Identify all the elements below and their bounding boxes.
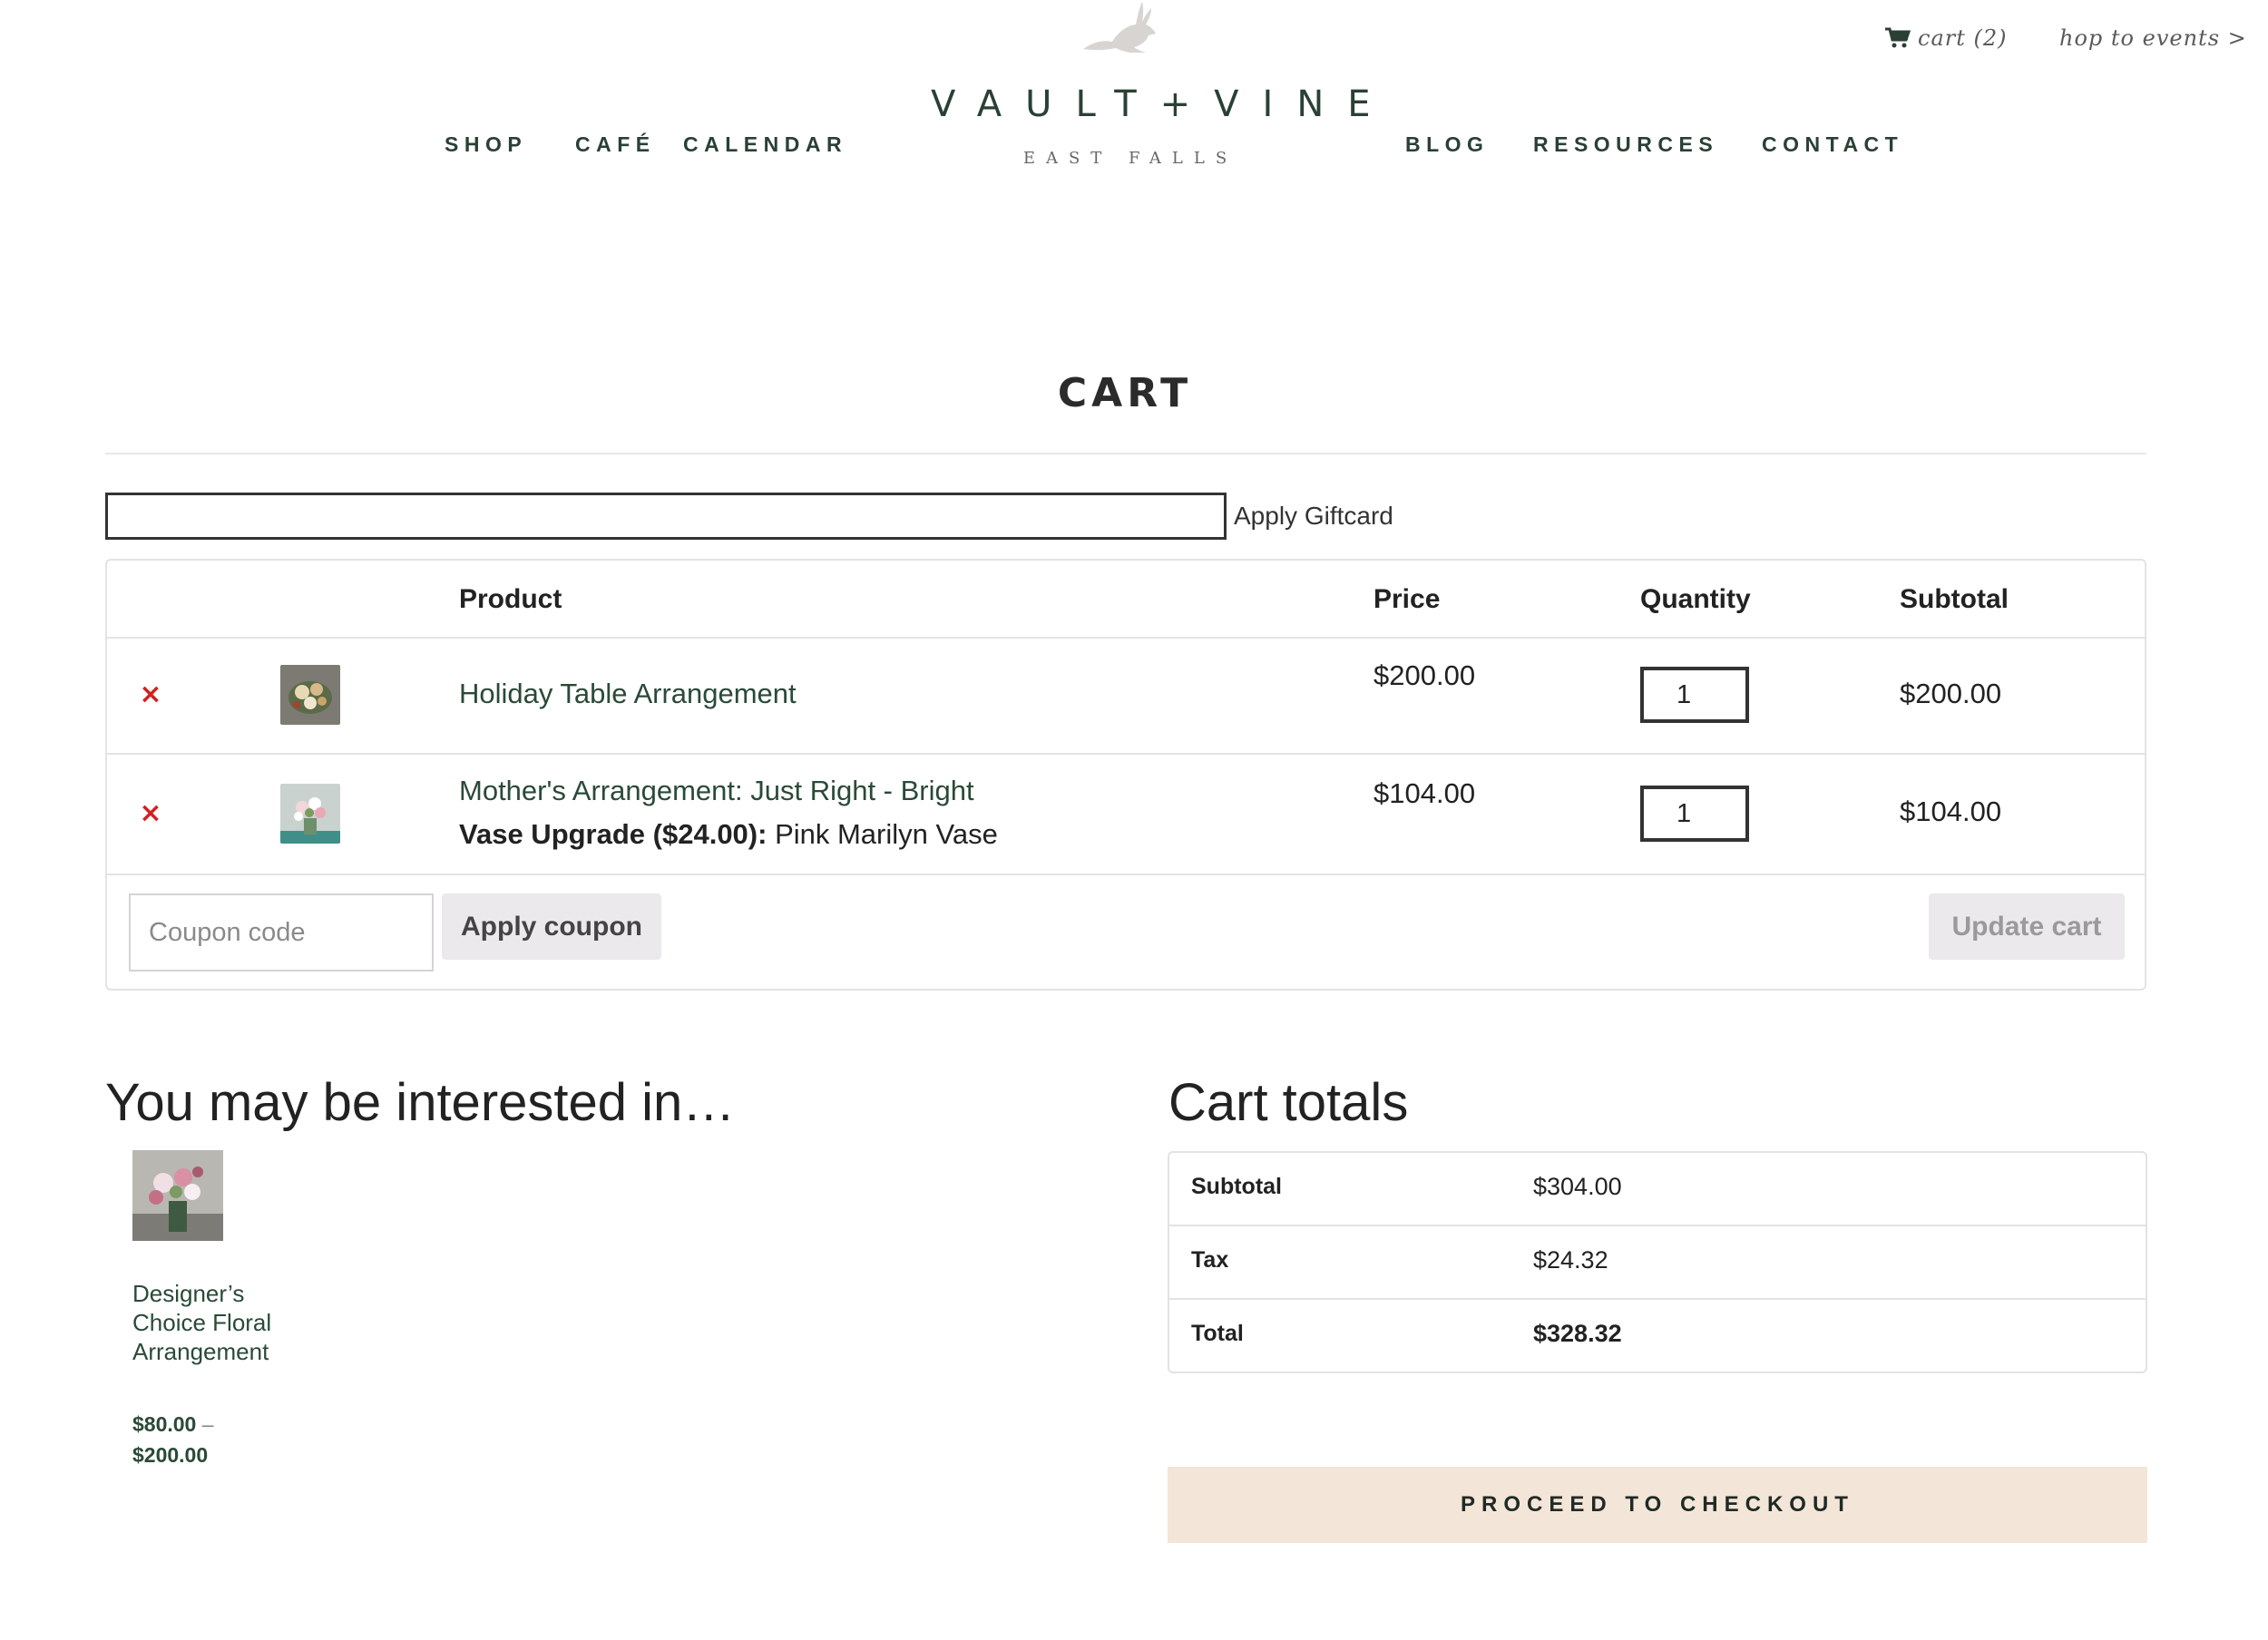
totals-value: $304.00 xyxy=(1533,1173,1622,1200)
update-cart-button[interactable]: Update cart xyxy=(1929,893,2125,960)
price-separator: – xyxy=(196,1412,214,1436)
coupon-code-input[interactable] xyxy=(129,893,434,971)
table-divider xyxy=(107,753,2145,755)
nav-contact[interactable]: CONTACT xyxy=(1762,132,1903,157)
cross-sell-thumbnail[interactable] xyxy=(132,1150,223,1241)
header-quantity: Quantity xyxy=(1640,584,1751,614)
nav-blog[interactable]: BLOG xyxy=(1405,132,1489,157)
hop-to-events-link[interactable]: hop to events > xyxy=(2059,25,2247,51)
totals-label: Total xyxy=(1191,1321,1244,1346)
apply-giftcard-link[interactable]: Apply Giftcard xyxy=(1234,502,1393,531)
totals-value: $328.32 xyxy=(1533,1320,1622,1347)
cross-sell-link[interactable]: Designer’s Choice Floral Arrangement xyxy=(132,1279,287,1366)
title-divider xyxy=(105,453,2146,454)
cart-totals-table xyxy=(1168,1151,2147,1373)
totals-divider xyxy=(1169,1298,2146,1300)
product-subtotal: $200.00 xyxy=(1900,678,2002,709)
header-subtotal: Subtotal xyxy=(1900,584,2009,614)
logo-subtitle: EAST FALLS xyxy=(1022,149,1238,168)
header-product: Product xyxy=(459,584,562,614)
table-divider xyxy=(107,874,2145,875)
totals-label: Tax xyxy=(1191,1247,1229,1273)
proceed-to-checkout-button[interactable]: PROCEED TO CHECKOUT xyxy=(1168,1467,2147,1543)
price-high: $200.00 xyxy=(132,1443,209,1467)
cross-sells-heading: You may be interested in… xyxy=(105,1073,736,1132)
table-divider xyxy=(107,637,2145,639)
price-low: $80.00 xyxy=(132,1412,197,1436)
rabbit-icon xyxy=(1070,0,1161,56)
cart-icon xyxy=(1885,27,1911,48)
logo-wordmark: VAULT+VINE xyxy=(931,83,1394,125)
nav-shop[interactable]: SHOP xyxy=(445,132,527,157)
totals-label: Subtotal xyxy=(1191,1174,1282,1199)
product-thumbnail[interactable] xyxy=(280,784,340,844)
nav-resources[interactable]: RESOURCES xyxy=(1533,132,1718,157)
nav-calendar[interactable]: CALENDAR xyxy=(683,132,847,157)
product-variation: Vase Upgrade ($24.00): Pink Marilyn Vase xyxy=(459,818,998,851)
nav-cafe[interactable]: CAFÉ xyxy=(575,132,656,157)
remove-item-icon[interactable]: × xyxy=(138,681,163,708)
cart-link[interactable]: cart (2) xyxy=(1885,25,2008,51)
site-logo[interactable]: VAULT+VINE EAST FALLS xyxy=(907,83,1394,168)
giftcard-input[interactable] xyxy=(105,493,1227,540)
product-link[interactable]: Holiday Table Arrangement xyxy=(459,678,797,710)
variation-value: Pink Marilyn Vase xyxy=(767,818,998,850)
totals-divider xyxy=(1169,1225,2146,1226)
product-price: $104.00 xyxy=(1374,777,1476,809)
apply-coupon-button[interactable]: Apply coupon xyxy=(442,893,661,960)
cross-sell-price: $80.00 – $200.00 xyxy=(132,1409,259,1470)
product-price: $200.00 xyxy=(1374,659,1476,691)
product-thumbnail[interactable] xyxy=(280,665,340,725)
quantity-input[interactable] xyxy=(1640,786,1749,842)
quantity-input[interactable] xyxy=(1640,667,1749,723)
product-link[interactable]: Mother's Arrangement: Just Right - Brigh… xyxy=(459,775,974,807)
totals-value: $24.32 xyxy=(1533,1246,1608,1274)
page-title: CART xyxy=(1057,370,1193,416)
cart-link-label: cart (2) xyxy=(1918,25,2008,51)
cart-totals-heading: Cart totals xyxy=(1168,1073,1409,1132)
variation-label: Vase Upgrade ($24.00): xyxy=(459,818,767,850)
product-subtotal: $104.00 xyxy=(1900,796,2002,827)
header-price: Price xyxy=(1374,584,1441,614)
remove-item-icon[interactable]: × xyxy=(138,800,163,827)
